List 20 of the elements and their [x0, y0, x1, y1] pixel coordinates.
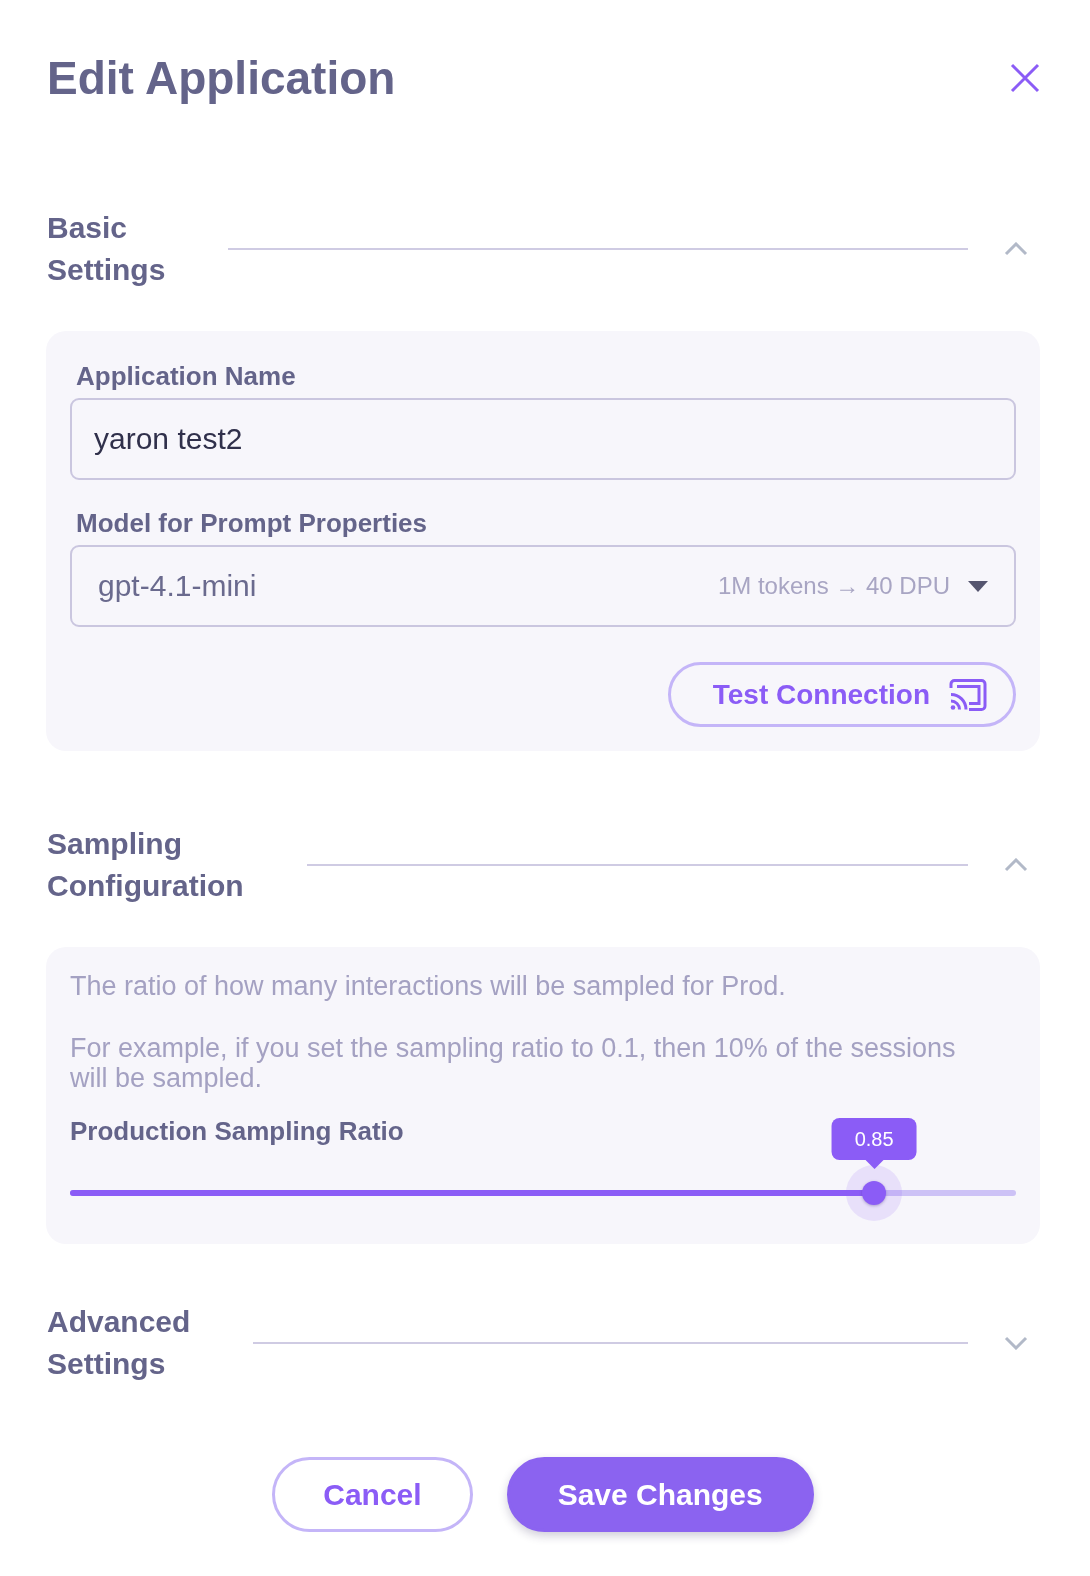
- price-hint: 1M tokens → 40 DPU: [717, 572, 950, 600]
- caret-down-icon[interactable]: [968, 580, 988, 592]
- cancel-button[interactable]: Cancel: [272, 1457, 473, 1532]
- description-text: For example, if you set the sampling ratio to 0.1, then 10% of the sessions will be sampled.: [70, 1033, 957, 1093]
- cast-icon: [949, 678, 987, 711]
- field-label: Application Name: [76, 360, 296, 393]
- section-title: Basic Settings: [47, 210, 166, 288]
- save-button[interactable]: Save Changes: [506, 1457, 814, 1532]
- description-text: The ratio of how many interactions will be sampled for Prod.: [70, 971, 787, 1001]
- section-title: Advanced Settings: [47, 1304, 191, 1382]
- test-connection-button[interactable]: Test Connection: [667, 662, 1016, 727]
- close-icon[interactable]: [1010, 63, 1040, 93]
- text-input[interactable]: yaron test2: [70, 398, 1016, 480]
- section-title: Sampling Configuration: [47, 826, 244, 904]
- field-label: Model for Prompt Properties: [76, 507, 428, 540]
- dialog-title: Edit Application: [47, 51, 396, 106]
- slider-track[interactable]: [70, 1165, 1016, 1221]
- value-tooltip: 0.85: [831, 1118, 917, 1169]
- slider-label: Production Sampling Ratio: [70, 1115, 404, 1148]
- model-select[interactable]: gpt-4.1-mini 1M tokens → 40 DPU: [70, 545, 1016, 627]
